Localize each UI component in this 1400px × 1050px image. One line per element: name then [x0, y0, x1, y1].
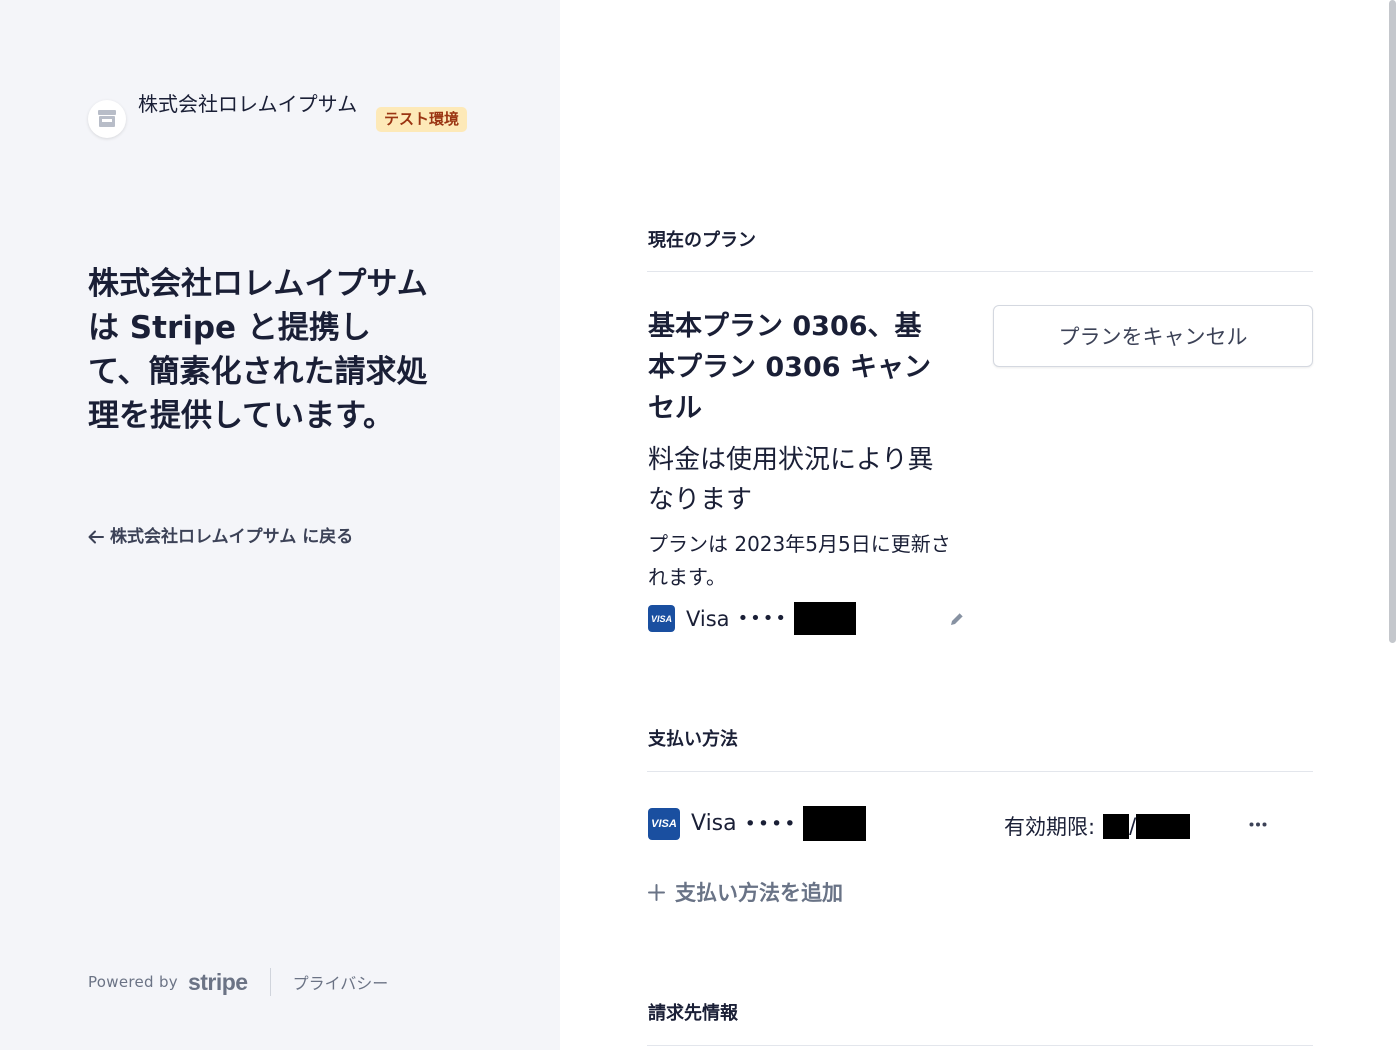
card-expiry: 有効期限: /: [1004, 810, 1191, 842]
arrow-left-icon: [88, 530, 104, 544]
card-mask-dots: ••••: [744, 812, 798, 835]
plus-icon: [648, 883, 665, 901]
merchant-panel: 株式会社ロレムイプサム テスト環境 株式会社ロレムイプサム は Stripe と…: [0, 0, 560, 1050]
card-brand: Visa: [691, 811, 737, 836]
section-divider: [647, 1045, 1313, 1046]
plan-name: 基本プラン 0306、基本プラン 0306 キャンセル: [648, 311, 931, 424]
footer: Powered by stripe プライバシー: [88, 966, 388, 998]
merchant-name: 株式会社ロレムイプサム: [138, 92, 358, 116]
redacted-last4: [803, 806, 867, 841]
section-divider: [647, 771, 1313, 772]
merchant-brand: 株式会社ロレムイプサム テスト環境: [88, 88, 478, 152]
plan-renewal-date: プランは 2023年5月5日に更新されます。: [648, 532, 951, 589]
payment-method-row: VISA Visa ••••: [648, 806, 867, 841]
current-plan-title: 現在のプラン: [648, 230, 756, 251]
add-payment-method-button[interactable]: 支払い方法を追加: [648, 876, 843, 908]
payment-methods-title: 支払い方法: [648, 729, 738, 750]
redacted-expiry-month: [1103, 813, 1130, 839]
expiry-label: 有効期限:: [1004, 815, 1096, 839]
card-mask-dots: ••••: [737, 608, 789, 629]
redacted-last4: [794, 602, 857, 635]
redacted-expiry-year: [1136, 813, 1191, 839]
store-icon: [88, 100, 126, 138]
pencil-icon[interactable]: [948, 610, 966, 632]
test-mode-badge: テスト環境: [376, 107, 468, 132]
back-to-merchant-link[interactable]: 株式会社ロレムイプサム に戻る: [88, 525, 353, 549]
billing-info-title: 請求先情報: [648, 1003, 738, 1024]
ellipsis-icon[interactable]: [1246, 814, 1270, 834]
portal-headline: 株式会社ロレムイプサム は Stripe と提携して、簡素化された請求処理を提供…: [88, 266, 428, 434]
visa-icon: VISA: [648, 605, 675, 632]
card-brand: Visa: [686, 606, 730, 631]
powered-by-label: Powered by: [88, 973, 178, 991]
expiry-separator: /: [1129, 814, 1137, 838]
visa-icon: VISA: [648, 807, 680, 840]
privacy-link[interactable]: プライバシー: [293, 970, 389, 994]
back-link-label: 株式会社ロレムイプサム に戻る: [110, 527, 354, 547]
footer-divider: [269, 968, 271, 996]
plan-payment-card: VISA Visa ••••: [648, 602, 978, 635]
cancel-plan-button[interactable]: プランをキャンセル: [993, 305, 1313, 367]
section-divider: [647, 271, 1313, 272]
add-payment-method-label: 支払い方法を追加: [675, 881, 843, 905]
stripe-logo[interactable]: stripe: [188, 969, 248, 996]
vertical-scrollbar[interactable]: [1389, 0, 1396, 643]
billing-portal-main: 現在のプラン 基本プラン 0306、基本プラン 0306 キャンセル プランをキ…: [560, 0, 1400, 1050]
plan-price: 料金は使用状況により異なります: [648, 445, 934, 515]
